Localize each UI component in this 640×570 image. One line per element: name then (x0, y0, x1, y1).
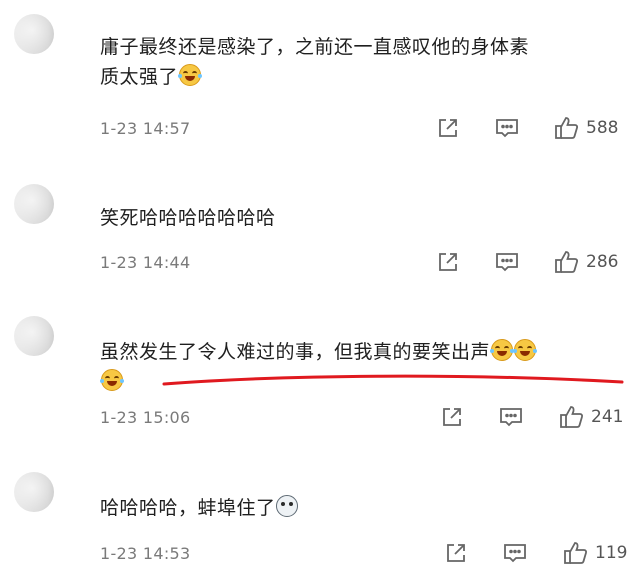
reply-button[interactable] (494, 115, 520, 141)
comment-meta: 1-23 14:44 286 (100, 249, 625, 277)
timestamp: 1-23 15:06 (100, 408, 191, 427)
dog-emoji-icon (275, 495, 298, 517)
thumbs-up-icon (555, 117, 579, 139)
comment-meta: 1-23 15:06 241 (100, 404, 625, 432)
avatar[interactable] (14, 184, 54, 224)
like-count: 241 (591, 407, 624, 427)
laugh-cry-emoji-icon (490, 339, 515, 361)
reply-button[interactable] (494, 249, 520, 275)
comment-text-segment: 虽然发生了令人难过的事，但我真的要笑出声 (100, 341, 491, 363)
thumbs-up-icon (564, 542, 588, 564)
laugh-cry-emoji-icon (513, 339, 538, 361)
avatar[interactable] (14, 472, 54, 512)
share-button[interactable] (444, 540, 468, 566)
comment-icon (504, 544, 526, 563)
comment-text: 庸子最终还是感染了，之前还一直感叹他的身体素 质太强了 (100, 32, 620, 92)
comment-text: 虽然发生了令人难过的事，但我真的要笑出声 (100, 337, 620, 397)
like-count: 119 (595, 543, 628, 563)
comment-icon (500, 408, 522, 427)
avatar[interactable] (14, 316, 54, 356)
share-button[interactable] (436, 249, 460, 275)
share-icon (443, 408, 461, 426)
reply-button[interactable] (502, 540, 528, 566)
share-icon (439, 253, 457, 271)
share-icon (439, 119, 457, 137)
thumbs-up-icon (560, 406, 584, 428)
like-count: 286 (586, 252, 619, 272)
comment-text-segment: 哈哈哈哈，蚌埠住了 (100, 497, 276, 519)
comment-meta: 1-23 14:57 588 (100, 115, 625, 143)
comment-text-line: 笑死哈哈哈哈哈哈哈 (100, 207, 276, 229)
timestamp: 1-23 14:53 (100, 544, 191, 563)
like-button[interactable]: 588 (553, 115, 618, 141)
reply-button[interactable] (498, 404, 524, 430)
comment-text-line: 质太强了 (100, 62, 620, 92)
comment-icon (496, 253, 518, 272)
comment-text-line: 庸子最终还是感染了，之前还一直感叹他的身体素 (100, 36, 530, 58)
like-button[interactable]: 119 (562, 540, 627, 566)
like-count: 588 (586, 118, 619, 138)
red-underline-annotation (162, 374, 624, 386)
comment-text-segment: 质太强了 (100, 66, 179, 88)
share-button[interactable] (436, 115, 460, 141)
laugh-cry-emoji-icon (178, 64, 203, 86)
comment-meta: 1-23 14:53 119 (100, 540, 627, 568)
timestamp: 1-23 14:44 (100, 253, 191, 272)
share-button[interactable] (440, 404, 464, 430)
comment-icon (496, 119, 518, 138)
avatar[interactable] (14, 14, 54, 54)
like-button[interactable]: 286 (553, 249, 618, 275)
comment-text: 笑死哈哈哈哈哈哈哈 (100, 203, 620, 233)
laugh-cry-emoji-icon (100, 369, 124, 391)
comment-text-line: 虽然发生了令人难过的事，但我真的要笑出声 (100, 337, 620, 367)
like-button[interactable]: 241 (558, 404, 623, 430)
comment-text-line: 哈哈哈哈，蚌埠住了 (100, 493, 620, 523)
thumbs-up-icon (555, 251, 579, 273)
timestamp: 1-23 14:57 (100, 119, 191, 138)
share-icon (447, 544, 465, 562)
comment-text: 哈哈哈哈，蚌埠住了 (100, 493, 620, 523)
